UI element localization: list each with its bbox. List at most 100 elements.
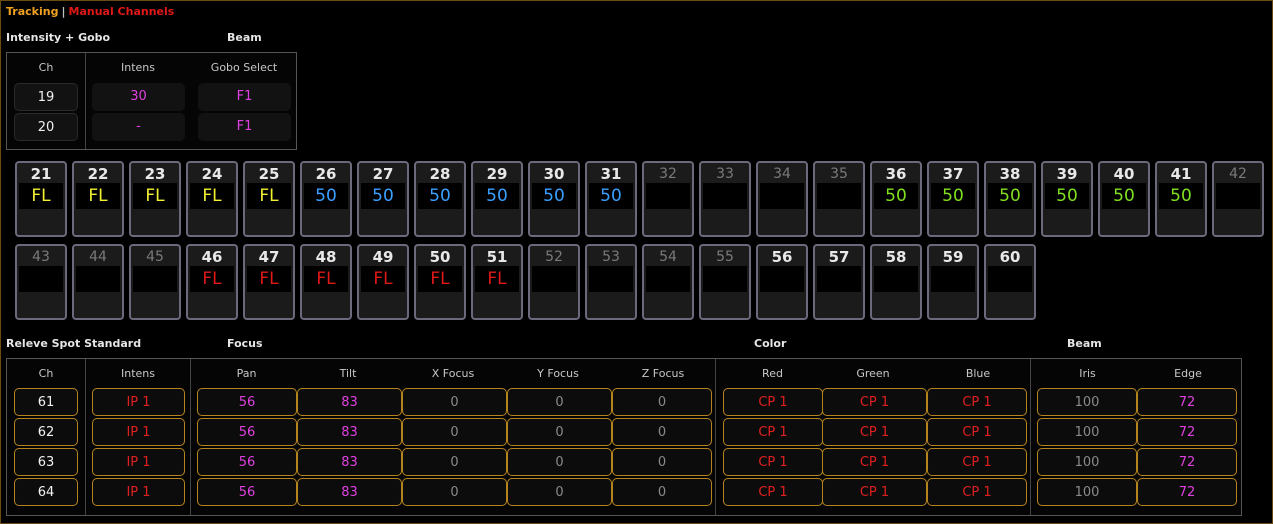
channel-tile[interactable]: 34 <box>756 161 808 237</box>
channel-tile[interactable]: 42 <box>1212 161 1264 237</box>
tilt-cell[interactable]: 83 <box>297 418 402 446</box>
channel-tile[interactable]: 27 50 <box>357 161 409 237</box>
pan-cell[interactable]: 56 <box>197 418 297 446</box>
iris-cell[interactable]: 100 <box>1037 418 1137 446</box>
channel-tile[interactable]: 35 <box>813 161 865 237</box>
red-cell[interactable]: CP 1 <box>723 478 823 506</box>
channel-level: 50 <box>589 183 633 209</box>
channel-tile[interactable]: 56 <box>756 244 808 320</box>
pan-cell[interactable]: 56 <box>197 448 297 476</box>
intensity-cell[interactable]: IP 1 <box>92 388 185 416</box>
channel-tile[interactable]: 54 <box>642 244 694 320</box>
x-focus-cell[interactable]: 0 <box>402 448 507 476</box>
channel-cell[interactable]: 19 <box>14 83 78 111</box>
z-focus-cell[interactable]: 0 <box>612 478 712 506</box>
red-cell[interactable]: CP 1 <box>723 448 823 476</box>
channel-level <box>133 266 177 292</box>
green-cell[interactable]: CP 1 <box>822 478 927 506</box>
blue-cell[interactable]: CP 1 <box>927 448 1027 476</box>
tilt-cell[interactable]: 83 <box>297 388 402 416</box>
pan-cell[interactable]: 56 <box>197 388 297 416</box>
channel-tile[interactable]: 36 50 <box>870 161 922 237</box>
blue-cell[interactable]: CP 1 <box>927 418 1027 446</box>
edge-cell[interactable]: 72 <box>1137 388 1237 416</box>
blue-cell[interactable]: CP 1 <box>927 478 1027 506</box>
channel-cell[interactable]: 64 <box>14 478 78 506</box>
gobo-select-cell[interactable]: F1 <box>198 113 291 141</box>
channel-level: FL <box>304 266 348 292</box>
channel-tile[interactable]: 46 FL <box>186 244 238 320</box>
x-focus-cell[interactable]: 0 <box>402 388 507 416</box>
channel-tile[interactable]: 44 <box>72 244 124 320</box>
channel-tile[interactable]: 26 50 <box>300 161 352 237</box>
channel-tile[interactable]: 31 50 <box>585 161 637 237</box>
channel-tile[interactable]: 51 FL <box>471 244 523 320</box>
green-cell[interactable]: CP 1 <box>822 448 927 476</box>
channel-tile[interactable]: 24 FL <box>186 161 238 237</box>
green-cell[interactable]: CP 1 <box>822 418 927 446</box>
channel-tile[interactable]: 33 <box>699 161 751 237</box>
channel-tile[interactable]: 58 <box>870 244 922 320</box>
channel-cell[interactable]: 63 <box>14 448 78 476</box>
channel-tile[interactable]: 25 FL <box>243 161 295 237</box>
channel-tile[interactable]: 28 50 <box>414 161 466 237</box>
channel-tile[interactable]: 30 50 <box>528 161 580 237</box>
channel-tile[interactable]: 60 <box>984 244 1036 320</box>
channel-tile[interactable]: 22 FL <box>72 161 124 237</box>
channel-tile[interactable]: 52 <box>528 244 580 320</box>
blue-cell[interactable]: CP 1 <box>927 388 1027 416</box>
edge-cell[interactable]: 72 <box>1137 448 1237 476</box>
tilt-cell[interactable]: 83 <box>297 448 402 476</box>
z-focus-cell[interactable]: 0 <box>612 388 712 416</box>
channel-tile[interactable]: 49 FL <box>357 244 409 320</box>
channel-tile[interactable]: 41 50 <box>1155 161 1207 237</box>
y-focus-cell[interactable]: 0 <box>507 388 612 416</box>
intensity-cell[interactable]: IP 1 <box>92 478 185 506</box>
channel-tile[interactable]: 32 <box>642 161 694 237</box>
channel-tile[interactable]: 59 <box>927 244 979 320</box>
y-focus-cell[interactable]: 0 <box>507 448 612 476</box>
intensity-cell[interactable]: 30 <box>92 83 185 111</box>
edge-cell[interactable]: 72 <box>1137 478 1237 506</box>
tilt-cell[interactable]: 83 <box>297 478 402 506</box>
channel-tile[interactable]: 53 <box>585 244 637 320</box>
channel-tile[interactable]: 47 FL <box>243 244 295 320</box>
iris-cell[interactable]: 100 <box>1037 478 1137 506</box>
intensity-cell[interactable]: IP 1 <box>92 418 185 446</box>
channel-cell[interactable]: 20 <box>14 113 78 141</box>
channel-tile[interactable]: 50 FL <box>414 244 466 320</box>
pan-cell[interactable]: 56 <box>197 478 297 506</box>
channel-tile[interactable]: 23 FL <box>129 161 181 237</box>
channel-tile[interactable]: 57 <box>813 244 865 320</box>
intensity-cell[interactable]: IP 1 <box>92 448 185 476</box>
mode-label[interactable]: Tracking <box>6 5 58 18</box>
channel-tile[interactable]: 55 <box>699 244 751 320</box>
gobo-select-cell[interactable]: F1 <box>198 83 291 111</box>
channel-tile[interactable]: 37 50 <box>927 161 979 237</box>
edge-cell[interactable]: 72 <box>1137 418 1237 446</box>
y-focus-cell[interactable]: 0 <box>507 418 612 446</box>
red-cell[interactable]: CP 1 <box>723 418 823 446</box>
z-focus-cell[interactable]: 0 <box>612 448 712 476</box>
x-focus-cell[interactable]: 0 <box>402 478 507 506</box>
y-focus-cell[interactable]: 0 <box>507 478 612 506</box>
intensity-cell[interactable]: - <box>92 113 185 141</box>
channel-tile[interactable]: 21 FL <box>15 161 67 237</box>
channel-tile[interactable]: 29 50 <box>471 161 523 237</box>
channel-cell[interactable]: 61 <box>14 388 78 416</box>
iris-cell[interactable]: 100 <box>1037 388 1137 416</box>
channel-tile[interactable]: 38 50 <box>984 161 1036 237</box>
green-cell[interactable]: CP 1 <box>822 388 927 416</box>
channel-tile[interactable]: 40 50 <box>1098 161 1150 237</box>
z-focus-cell[interactable]: 0 <box>612 418 712 446</box>
red-cell[interactable]: CP 1 <box>723 388 823 416</box>
channel-level: FL <box>133 183 177 209</box>
iris-cell[interactable]: 100 <box>1037 448 1137 476</box>
x-focus-cell[interactable]: 0 <box>402 418 507 446</box>
channel-tile[interactable]: 43 <box>15 244 67 320</box>
channel-tile[interactable]: 48 FL <box>300 244 352 320</box>
channel-tile[interactable]: 39 50 <box>1041 161 1093 237</box>
channel-tile[interactable]: 45 <box>129 244 181 320</box>
channel-cell[interactable]: 62 <box>14 418 78 446</box>
view-label[interactable]: Manual Channels <box>69 5 175 18</box>
